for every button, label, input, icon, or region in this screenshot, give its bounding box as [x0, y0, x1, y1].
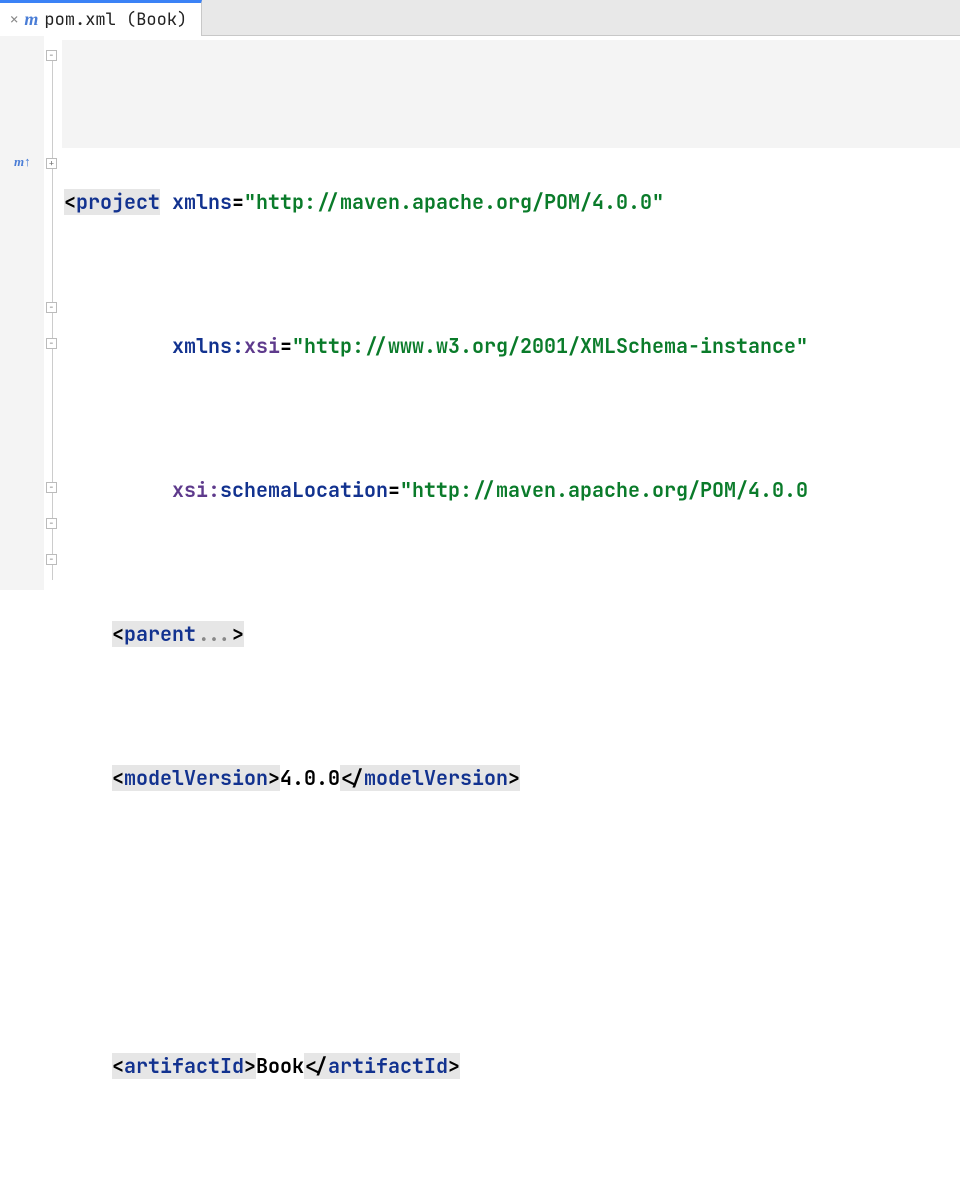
- code-line[interactable]: <artifactId>Book</artifactId>: [62, 1048, 960, 1084]
- close-icon[interactable]: ✕: [10, 11, 18, 29]
- fold-handle[interactable]: −: [46, 338, 57, 349]
- editor-tab[interactable]: ✕ m pom.xml (Book): [0, 0, 202, 36]
- fold-end-handle[interactable]: −: [46, 518, 57, 529]
- code-line[interactable]: <parent...>: [62, 616, 960, 652]
- code-editor[interactable]: <project xmlns="http://maven.apache.org/…: [62, 36, 960, 590]
- fold-handle[interactable]: −: [46, 302, 57, 313]
- fold-gutter: − + − − − − −: [44, 36, 62, 590]
- fold-handle[interactable]: −: [46, 50, 57, 61]
- code-line[interactable]: <project xmlns="http://maven.apache.org/…: [62, 184, 960, 220]
- override-method-icon[interactable]: m↑: [14, 154, 31, 170]
- code-line[interactable]: xsi:schemaLocation="http://maven.apache.…: [62, 472, 960, 508]
- code-line[interactable]: xmlns:xsi="http://www.w3.org/2001/XMLSch…: [62, 328, 960, 364]
- fold-end-handle[interactable]: −: [46, 554, 57, 565]
- gutter: m↑: [0, 36, 44, 590]
- editor-area: m↑ − + − − − − − <project xmlns="http://…: [0, 36, 960, 590]
- fold-handle-expand[interactable]: +: [46, 158, 57, 169]
- maven-file-icon: m: [24, 9, 38, 30]
- code-line[interactable]: <modelVersion>4.0.0</modelVersion>: [62, 760, 960, 796]
- code-line[interactable]: [62, 904, 960, 940]
- tab-bar: ✕ m pom.xml (Book): [0, 0, 960, 36]
- tab-title: pom.xml (Book): [44, 9, 187, 31]
- fold-end-handle[interactable]: −: [46, 482, 57, 493]
